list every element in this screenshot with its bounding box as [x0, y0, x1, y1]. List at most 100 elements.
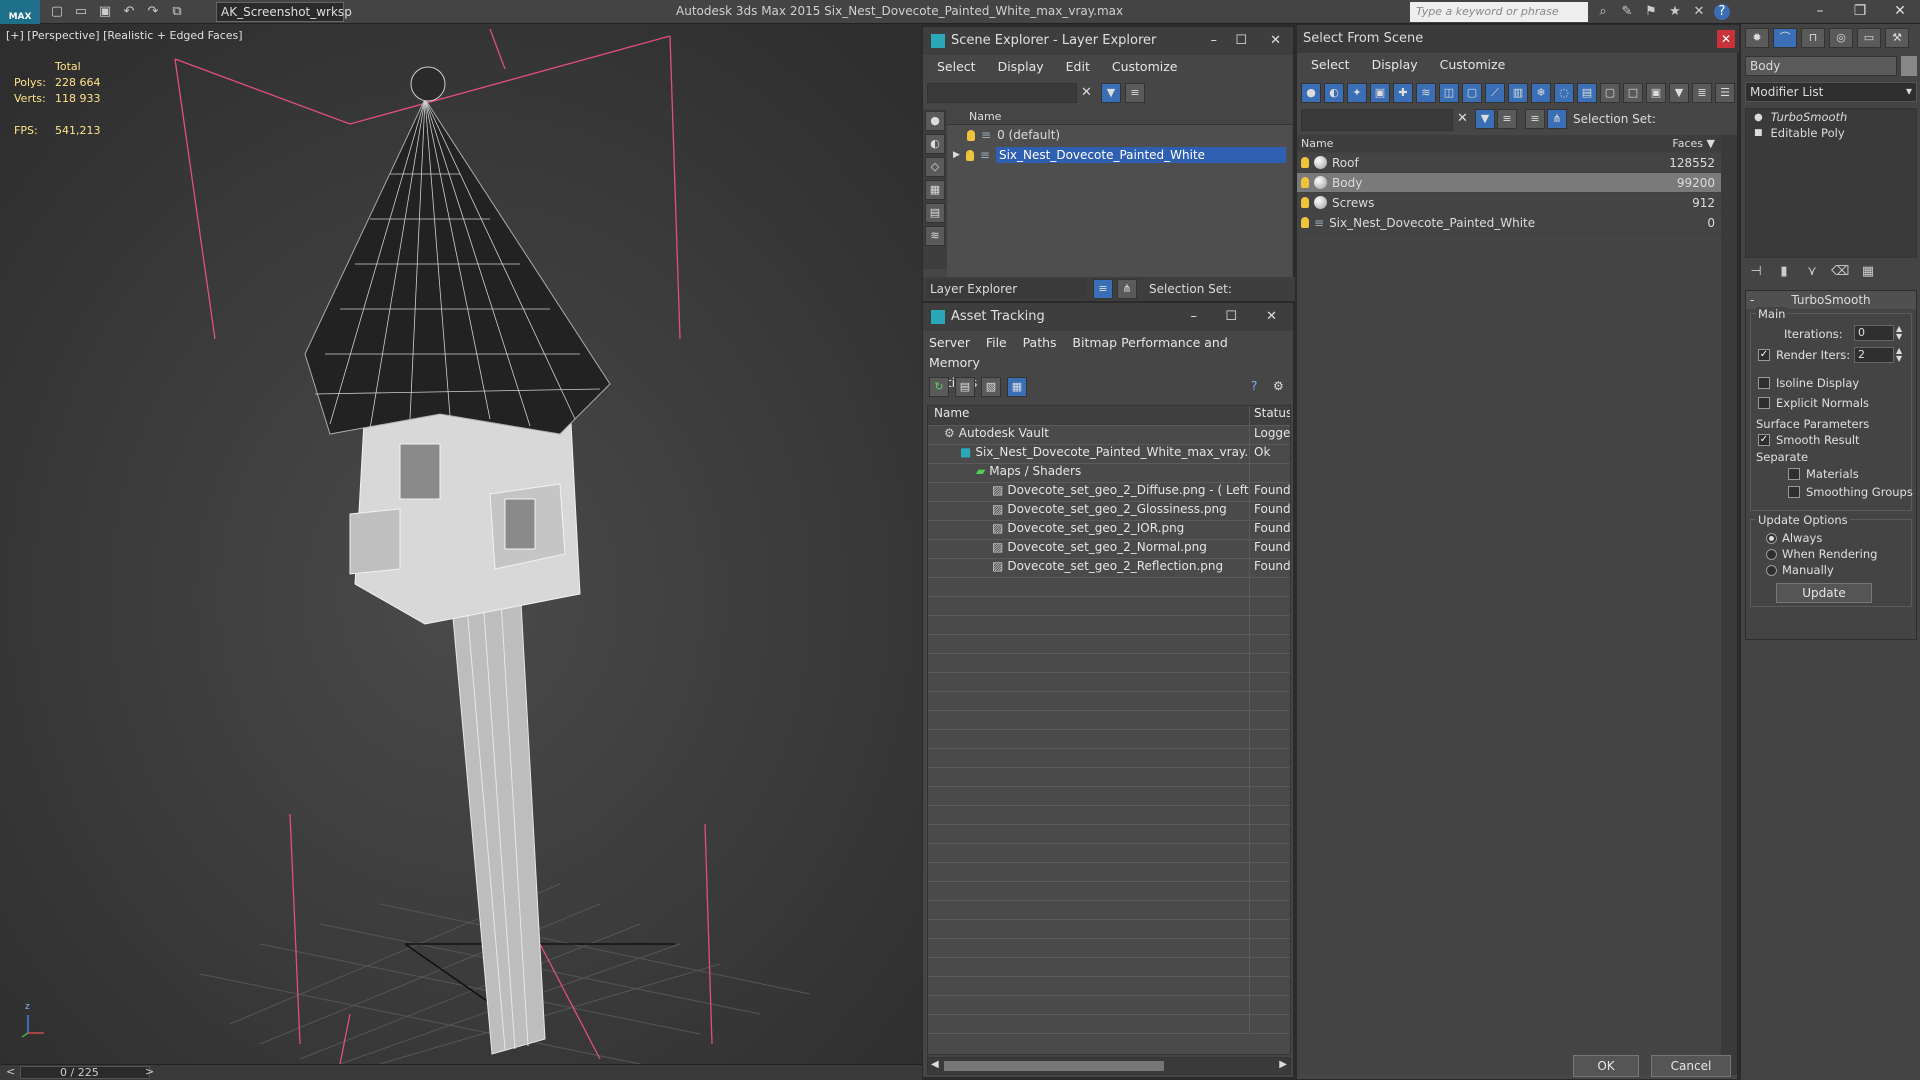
clear-search-icon[interactable]: ✕ — [1081, 85, 1092, 100]
maximize-icon[interactable]: ☐ — [1225, 303, 1237, 331]
table-view-icon[interactable]: ▦ — [1007, 377, 1027, 397]
object-color-swatch[interactable] — [1901, 56, 1917, 76]
undo-icon[interactable]: ↶ — [120, 4, 138, 20]
lights-filter-icon[interactable]: ✦ — [1347, 83, 1367, 103]
visibility-bulb-icon[interactable] — [1301, 177, 1309, 188]
new-file-icon[interactable]: ▢ — [48, 4, 66, 20]
table-row[interactable] — [928, 825, 1290, 844]
restore-icon[interactable]: ❐ — [1840, 0, 1880, 24]
layer-row-default[interactable]: ≡ 0 (default) — [947, 125, 1292, 145]
menu-select[interactable]: Select — [1311, 57, 1350, 72]
column-name-header[interactable]: Name — [1297, 137, 1668, 150]
table-row[interactable] — [928, 673, 1290, 692]
display-shapes-icon[interactable]: ◐ — [925, 134, 945, 154]
search-input[interactable]: Type a keyword or phrase — [1410, 2, 1588, 22]
app-logo[interactable]: MAX — [0, 0, 40, 24]
project-folder-icon[interactable]: ⧉ — [168, 4, 186, 20]
bulb-icon[interactable]: ● — [1754, 112, 1763, 123]
settings-icon[interactable]: ⚙ — [1273, 379, 1284, 393]
table-row[interactable] — [928, 939, 1290, 958]
show-end-result-icon[interactable]: ▮ — [1775, 264, 1793, 280]
favorites-icon[interactable]: ★ — [1666, 4, 1684, 20]
materials-checkbox[interactable] — [1788, 468, 1800, 480]
minimize-icon[interactable]: – — [1191, 303, 1198, 331]
collapse-icon[interactable]: - — [1750, 291, 1754, 309]
remove-modifier-icon[interactable]: ⌫ — [1831, 264, 1849, 280]
table-row[interactable] — [928, 692, 1290, 711]
menu-select[interactable]: Select — [937, 59, 976, 74]
cancel-button[interactable]: Cancel — [1651, 1055, 1731, 1077]
select-invert-icon[interactable]: ▣ — [1646, 83, 1666, 103]
hierarchy-tab-icon[interactable]: ⊓ — [1801, 28, 1825, 48]
scroll-left-icon[interactable]: ◀ — [931, 1059, 939, 1070]
iterations-spinner[interactable]: 0 — [1854, 325, 1894, 341]
asset-tracking-titlebar[interactable]: Asset Tracking – ☐ ✕ — [923, 303, 1293, 331]
workspace-dropdown[interactable]: AK_Screenshot_wrksp — [216, 2, 352, 22]
spinner-arrows-icon[interactable]: ▲ ▼ — [1896, 347, 1902, 363]
xrefs-filter-icon[interactable]: ▢ — [1462, 83, 1482, 103]
scene-explorer-titlebar[interactable]: Scene Explorer - Layer Explorer – ☐ ✕ — [923, 27, 1293, 55]
visibility-bulb-icon[interactable] — [1301, 157, 1309, 168]
list-item[interactable]: Screws 912 — [1297, 193, 1721, 213]
binoculars-icon[interactable]: ⌕ — [1594, 4, 1612, 20]
open-file-icon[interactable]: ▭ — [72, 4, 90, 20]
stack-item-editable-poly[interactable]: ■ Editable Poly — [1746, 125, 1916, 141]
menu-file[interactable]: File — [986, 335, 1007, 350]
configure-sets-icon[interactable]: ▦ — [1859, 264, 1877, 280]
bones-filter-icon[interactable]: ⟋ — [1485, 83, 1505, 103]
modifier-list-dropdown[interactable]: Modifier List ▾ — [1745, 82, 1917, 102]
scrollbar-thumb[interactable] — [944, 1061, 1164, 1071]
smooth-result-checkbox[interactable]: ✓ — [1758, 434, 1770, 446]
help-icon[interactable]: ? — [1251, 379, 1257, 393]
visibility-bulb-icon[interactable] — [967, 129, 975, 141]
select-from-scene-titlebar[interactable]: Select From Scene — [1297, 25, 1739, 53]
list-item[interactable]: Body 99200 — [1297, 173, 1721, 193]
helpers-filter-icon[interactable]: ✚ — [1393, 83, 1413, 103]
smoothing-groups-checkbox[interactable] — [1788, 486, 1800, 498]
column-faces-header[interactable]: Faces ▼ — [1668, 137, 1721, 150]
filter-icon[interactable]: ▼ — [1101, 83, 1121, 103]
table-row[interactable]: ▨ Dovecote_set_geo_2_Diffuse.png - ( Left… — [928, 483, 1290, 502]
table-row[interactable] — [928, 863, 1290, 882]
table-row[interactable]: ▨ Dovecote_set_geo_2_IOR.png Found — [928, 521, 1290, 540]
table-row[interactable] — [928, 844, 1290, 863]
column-name-header[interactable]: Name — [947, 109, 1292, 125]
create-tab-icon[interactable]: ✹ — [1745, 28, 1769, 48]
table-row[interactable]: ⚙Autodesk Vault Logged — [928, 426, 1290, 445]
select-none-icon[interactable]: □ — [1623, 83, 1643, 103]
manually-radio[interactable] — [1766, 565, 1777, 576]
display-tab-icon[interactable]: ▭ — [1857, 28, 1881, 48]
utilities-tab-icon[interactable]: ⚒ — [1885, 28, 1909, 48]
menu-paths[interactable]: Paths — [1023, 335, 1057, 350]
display-all-icon[interactable]: ≋ — [925, 226, 945, 246]
make-unique-icon[interactable]: ⋎ — [1803, 264, 1821, 280]
isoline-display-checkbox[interactable] — [1758, 377, 1770, 389]
hidden-filter-icon[interactable]: ◌ — [1554, 83, 1574, 103]
menu-customize[interactable]: Customize — [1112, 59, 1178, 74]
table-row[interactable] — [928, 920, 1290, 939]
help-icon[interactable]: ? — [1714, 4, 1730, 20]
menu-customize[interactable]: Customize — [1440, 57, 1506, 72]
maximize-icon[interactable]: ☐ — [1235, 27, 1247, 55]
filter-icon[interactable]: ▼ — [1475, 109, 1495, 129]
scroll-right-icon[interactable]: ▶ — [1279, 1059, 1287, 1070]
refresh-icon[interactable]: ↻ — [929, 377, 949, 397]
sign-in-icon[interactable]: ⚑ — [1642, 4, 1660, 20]
table-row[interactable]: ▨ Dovecote_set_geo_2_Reflection.png Found — [928, 559, 1290, 578]
menu-bitmap-performance[interactable]: Bitmap Performance and Memory — [929, 335, 1228, 370]
hierarchy-mode-icon[interactable]: ⋔ — [1547, 109, 1567, 129]
menu-display[interactable]: Display — [998, 59, 1044, 74]
layer-mode-icon[interactable]: ≡ — [1525, 109, 1545, 129]
table-row[interactable] — [928, 996, 1290, 1015]
ok-button[interactable]: OK — [1573, 1055, 1639, 1077]
time-prev-icon[interactable]: < — [6, 1065, 15, 1078]
table-row[interactable] — [928, 749, 1290, 768]
table-row[interactable]: ■ Six_Nest_Dovecote_Painted_White_max_vra… — [928, 445, 1290, 464]
display-geometry-icon[interactable]: ● — [925, 111, 945, 131]
table-row[interactable]: ▰ Maps / Shaders — [928, 464, 1290, 483]
select-all-icon[interactable]: ▢ — [1600, 83, 1620, 103]
table-row[interactable] — [928, 730, 1290, 749]
table-row[interactable] — [928, 597, 1290, 616]
table-row[interactable] — [928, 787, 1290, 806]
table-row[interactable]: ▨ Dovecote_set_geo_2_Glossiness.png Found — [928, 502, 1290, 521]
